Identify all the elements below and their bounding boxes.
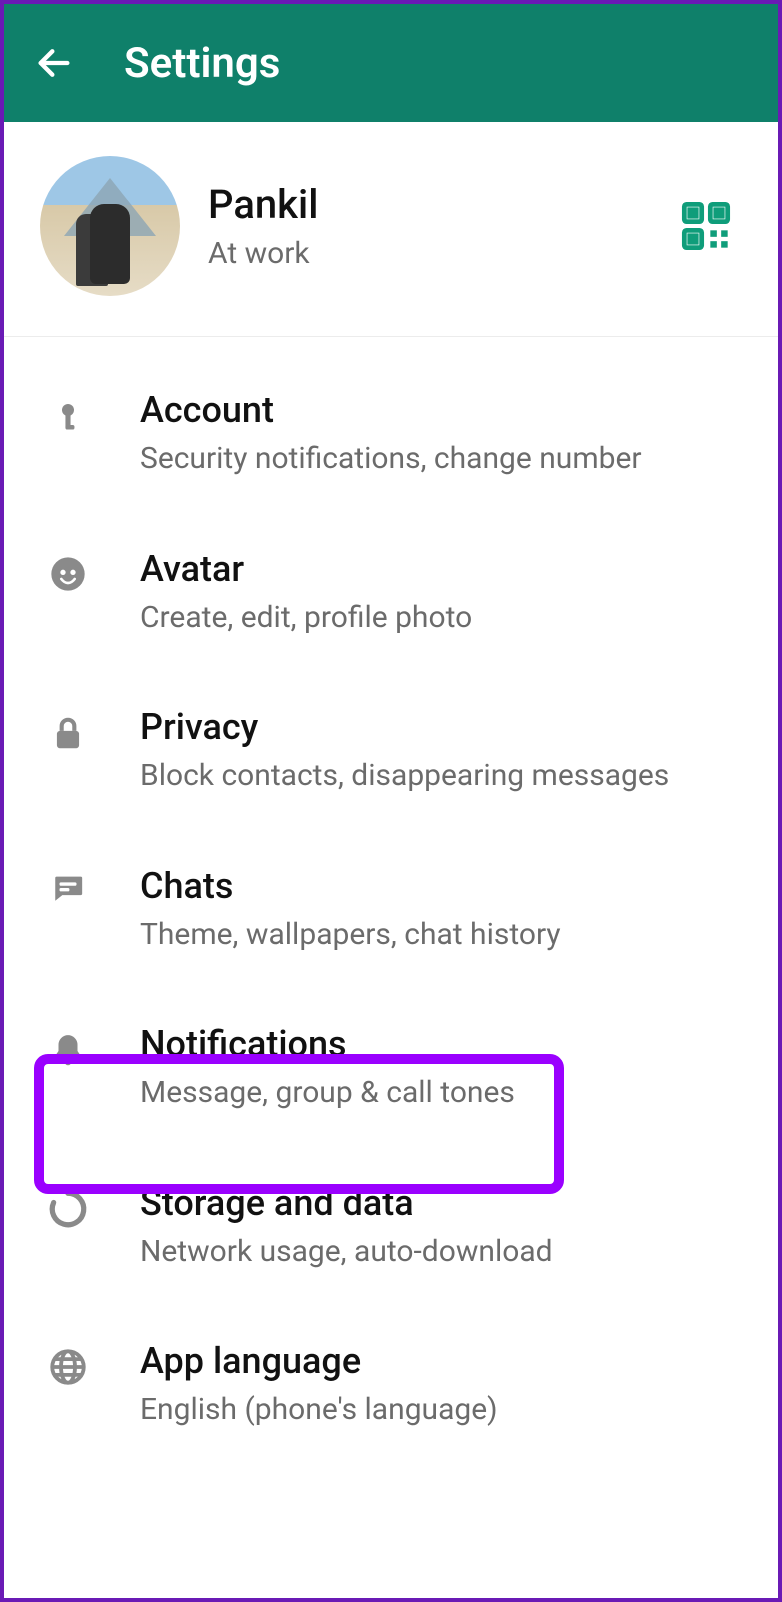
qr-code-button[interactable] xyxy=(680,200,732,252)
item-title: Chats xyxy=(140,865,742,907)
globe-icon xyxy=(47,1346,89,1388)
key-icon xyxy=(50,395,86,443)
settings-item-storage[interactable]: Storage and data Network usage, auto-dow… xyxy=(4,1148,778,1307)
item-subtitle: English (phone's language) xyxy=(140,1390,742,1431)
bell-icon xyxy=(49,1029,87,1073)
avatar-face-icon xyxy=(48,554,88,594)
profile-text: Pankil At work xyxy=(208,181,680,271)
item-title: App language xyxy=(140,1340,742,1382)
profile-status: At work xyxy=(208,236,680,271)
chat-icon xyxy=(48,871,88,905)
item-subtitle: Block contacts, disappearing messages xyxy=(140,756,742,797)
item-title: Account xyxy=(140,389,742,431)
data-usage-icon xyxy=(47,1188,89,1230)
app-header: Settings xyxy=(4,4,778,122)
settings-item-privacy[interactable]: Privacy Block contacts, disappearing mes… xyxy=(4,672,778,831)
settings-item-avatar[interactable]: Avatar Create, edit, profile photo xyxy=(4,514,778,673)
item-subtitle: Message, group & call tones xyxy=(140,1073,742,1114)
item-subtitle: Theme, wallpapers, chat history xyxy=(140,915,742,956)
item-subtitle: Security notifications, change number xyxy=(140,439,742,480)
item-title: Notifications xyxy=(140,1023,742,1065)
settings-item-chats[interactable]: Chats Theme, wallpapers, chat history xyxy=(4,831,778,990)
item-title: Avatar xyxy=(140,548,742,590)
profile-row[interactable]: Pankil At work xyxy=(4,122,778,337)
item-title: Storage and data xyxy=(140,1182,742,1224)
item-subtitle: Network usage, auto-download xyxy=(140,1232,742,1273)
settings-item-account[interactable]: Account Security notifications, change n… xyxy=(4,355,778,514)
profile-avatar[interactable] xyxy=(40,156,180,296)
qr-code-icon xyxy=(680,200,732,252)
back-button[interactable] xyxy=(32,41,76,85)
settings-item-language[interactable]: App language English (phone's language) xyxy=(4,1306,778,1465)
arrow-left-icon xyxy=(34,43,74,83)
settings-screen: Settings Pankil At work Account Secu xyxy=(0,0,782,1602)
item-title: Privacy xyxy=(140,706,742,748)
item-subtitle: Create, edit, profile photo xyxy=(140,598,742,639)
lock-icon xyxy=(49,712,87,756)
settings-item-notifications[interactable]: Notifications Message, group & call tone… xyxy=(4,989,778,1148)
header-title: Settings xyxy=(124,39,280,88)
profile-name: Pankil xyxy=(208,181,680,228)
settings-list: Account Security notifications, change n… xyxy=(4,337,778,1465)
